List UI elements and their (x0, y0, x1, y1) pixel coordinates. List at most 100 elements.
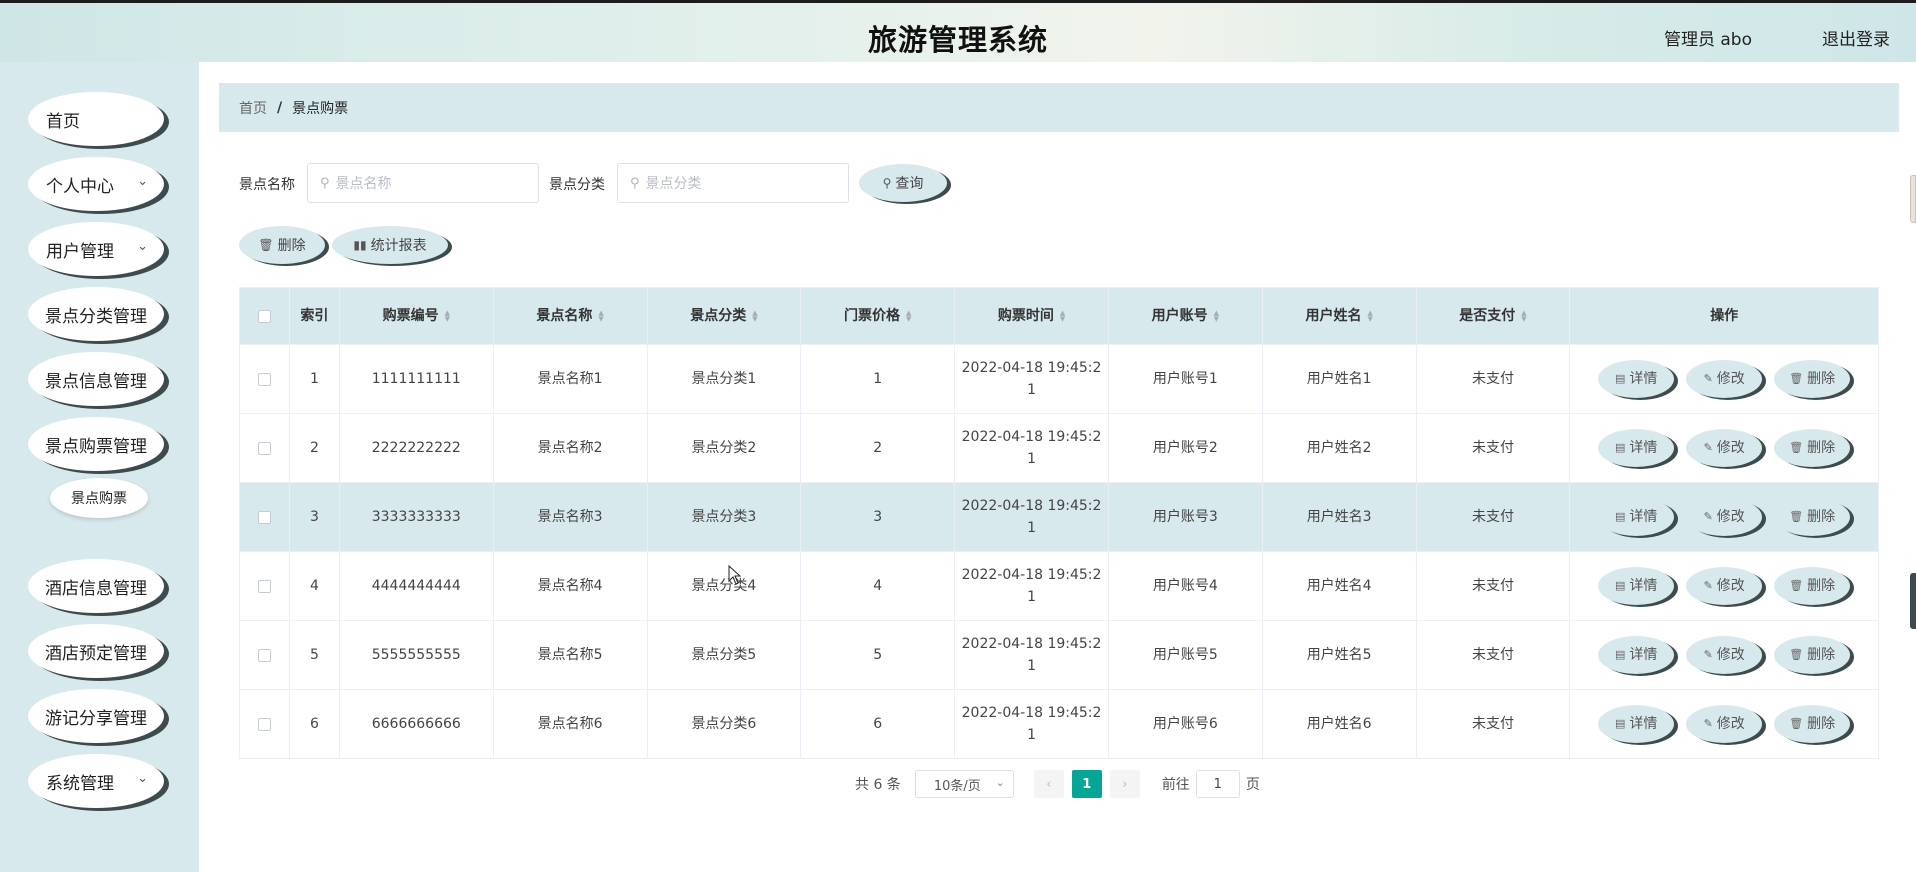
table-row[interactable]: 6 6666666666 景点名称6 景点分类6 6 2022-04-18 19:45:2… (240, 689, 1878, 758)
table-row[interactable]: 2 2222222222 景点名称2 景点分类2 2 2022-04-18 19:45:2… (240, 413, 1878, 482)
row-actions: ▤ 详情 ✎ 修改 🗑 删除 (1570, 483, 1878, 551)
edit-button[interactable]: ✎ 修改 (1686, 429, 1763, 467)
sidebar-item[interactable]: 酒店信息管理 (28, 559, 164, 613)
row-checkbox[interactable] (257, 648, 271, 662)
name-search-input[interactable]: ⚲ 景点名称 (307, 163, 539, 203)
detail-button[interactable]: ▤ 详情 (1598, 360, 1675, 398)
side-float-tab[interactable] (1910, 175, 1916, 223)
trash-icon: 🗑 (1789, 510, 1804, 523)
header-cell[interactable]: 景点分类 ▲ ▼ (648, 288, 802, 344)
sort-icon[interactable]: ▲ ▼ (1060, 310, 1065, 323)
table-cell-value: 用户姓名1 (1306, 371, 1372, 387)
sidebar-item[interactable]: 景点购票管理 (28, 417, 164, 471)
sidebar-item[interactable]: 系统管理 ⌄ (28, 754, 164, 808)
sort-icon[interactable]: ▲ ▼ (445, 310, 450, 323)
row-select-cell (240, 552, 290, 620)
row-checkbox[interactable] (257, 510, 271, 524)
header-cell[interactable]: 是否支付 ▲ ▼ (1417, 288, 1571, 344)
table-cell-cat: 景点分类1 (648, 345, 802, 413)
table-cell-value: 未支付 (1471, 440, 1514, 456)
select-all-checkbox[interactable] (257, 309, 271, 323)
header-cell[interactable]: 购票编号 ▲ ▼ (340, 288, 494, 344)
logout-link[interactable]: 退出登录 (1822, 25, 1890, 50)
sort-icon[interactable]: ▲ ▼ (752, 310, 757, 323)
header-cell[interactable]: 用户姓名 ▲ ▼ (1263, 288, 1417, 344)
table-cell-value: 用户姓名6 (1306, 716, 1372, 732)
page-size-select[interactable]: 10条/页 ⌄ (914, 770, 1014, 798)
side-float-tab[interactable] (1910, 573, 1916, 629)
table-cell-idx: 3 (290, 483, 340, 551)
row-actions: ▤ 详情 ✎ 修改 🗑 删除 (1570, 621, 1878, 689)
delete-button[interactable]: 🗑 删除 (1774, 636, 1851, 674)
table-header: 索引 购票编号 ▲ ▼ 景点名称 ▲ ▼ 景点分类 ▲ ▼ 门票价格 ▲ ▼ 购票时间 ▲ ▼ 用户账号 ▲ ▼ 用户… (240, 288, 1878, 344)
header-cell[interactable]: 门票价格 ▲ ▼ (801, 288, 956, 344)
table-row[interactable]: 1 1111111111 景点名称1 景点分类1 1 2022-04-18 19:45:2… (240, 344, 1878, 413)
edit-button[interactable]: ✎ 修改 (1686, 498, 1763, 536)
delete-button[interactable]: 🗑 删除 (1774, 360, 1851, 398)
detail-button[interactable]: ▤ 详情 (1598, 636, 1675, 674)
sort-icon[interactable]: ▲ ▼ (1214, 310, 1219, 323)
table-cell-value: 景点分类6 (691, 716, 757, 732)
delete-button[interactable]: 🗑 删除 (1774, 567, 1851, 605)
sort-icon[interactable]: ▲ ▼ (1367, 310, 1372, 323)
row-checkbox[interactable] (257, 372, 271, 386)
sidebar-item[interactable]: 酒店预定管理 (28, 624, 164, 678)
edit-button[interactable]: ✎ 修改 (1686, 567, 1763, 605)
row-checkbox[interactable] (257, 441, 271, 455)
edit-button[interactable]: ✎ 修改 (1686, 636, 1763, 674)
table-row[interactable]: 3 3333333333 景点名称3 景点分类3 3 2022-04-18 19:45:2… (240, 482, 1878, 551)
row-select-cell (240, 621, 290, 689)
row-checkbox[interactable] (257, 717, 271, 731)
query-button[interactable]: ⚲ 查询 (859, 164, 947, 202)
header-cell[interactable]: 用户账号 ▲ ▼ (1109, 288, 1263, 344)
row-actions: ▤ 详情 ✎ 修改 🗑 删除 (1570, 345, 1878, 413)
current-page-button[interactable]: 1 (1071, 770, 1102, 798)
table-cell-value: 1111111111 (371, 371, 461, 387)
breadcrumb-home[interactable]: 首页 (239, 98, 267, 118)
sidebar-item[interactable]: 景点分类管理 (28, 287, 164, 341)
sidebar-item-label: 用户管理 (46, 241, 114, 262)
header-cell[interactable]: 景点名称 ▲ ▼ (494, 288, 648, 344)
table-cell-value: 2 (309, 440, 319, 456)
sidebar-item-label: 景点购票管理 (45, 436, 147, 457)
table-cell-uname: 用户姓名6 (1263, 690, 1417, 758)
batch-delete-button[interactable]: 🗑 删除 (239, 226, 325, 264)
row-actions: ▤ 详情 ✎ 修改 🗑 删除 (1570, 414, 1878, 482)
table-row[interactable]: 4 4444444444 景点名称4 景点分类4 4 2022-04-18 19:45:2… (240, 551, 1878, 620)
edit-button[interactable]: ✎ 修改 (1686, 705, 1763, 743)
detail-button[interactable]: ▤ 详情 (1598, 498, 1675, 536)
sidebar-item[interactable]: 用户管理 ⌄ (28, 222, 164, 276)
prev-page-button[interactable]: ‹ (1033, 770, 1064, 798)
category-search-input[interactable]: ⚲ 景点分类 (617, 163, 849, 203)
sort-icon[interactable]: ▲ ▼ (906, 310, 911, 323)
edit-button-label: 修改 (1716, 647, 1745, 663)
next-page-button[interactable]: › (1109, 770, 1140, 798)
table-cell-price: 1 (801, 345, 956, 413)
delete-button[interactable]: 🗑 删除 (1774, 498, 1851, 536)
delete-button[interactable]: 🗑 删除 (1774, 429, 1851, 467)
sidebar-item[interactable]: 景点信息管理 (28, 352, 164, 406)
table-row[interactable]: 5 5555555555 景点名称5 景点分类5 5 2022-04-18 19:45:2… (240, 620, 1878, 689)
detail-button[interactable]: ▤ 详情 (1598, 705, 1675, 743)
sidebar-item[interactable]: 首页 (28, 92, 164, 146)
sort-icon[interactable]: ▲ ▼ (598, 310, 603, 323)
edit-button[interactable]: ✎ 修改 (1686, 360, 1763, 398)
row-actions: ▤ 详情 ✎ 修改 🗑 删除 (1570, 690, 1878, 758)
delete-button-label: 删除 (1807, 440, 1836, 456)
table-cell-time: 2022-04-18 19:45:21 (955, 483, 1109, 551)
goto-page-input[interactable]: 1 (1195, 770, 1240, 798)
sidebar-item-label: 个人中心 (46, 176, 114, 197)
header-cell[interactable]: 购票时间 ▲ ▼ (955, 288, 1109, 344)
header-label: 用户账号 (1151, 308, 1208, 324)
detail-button[interactable]: ▤ 详情 (1598, 429, 1675, 467)
sidebar-item[interactable]: 游记分享管理 (28, 689, 164, 743)
table-cell-idx: 4 (290, 552, 340, 620)
report-button[interactable]: ▮▮ 统计报表 (332, 226, 448, 264)
sidebar: 首页个人中心 ⌄ 用户管理 ⌄ 景点分类管理 景点信息管理景点购票管理酒店信息管理 酒店预定… (0, 62, 199, 872)
sidebar-item[interactable]: 个人中心 ⌄ (28, 157, 164, 211)
row-checkbox[interactable] (257, 579, 271, 593)
sidebar-subitem-ticket[interactable]: 景点购票 (50, 478, 148, 518)
detail-button[interactable]: ▤ 详情 (1598, 567, 1675, 605)
sort-icon[interactable]: ▲ ▼ (1521, 310, 1526, 323)
delete-button[interactable]: 🗑 删除 (1774, 705, 1851, 743)
